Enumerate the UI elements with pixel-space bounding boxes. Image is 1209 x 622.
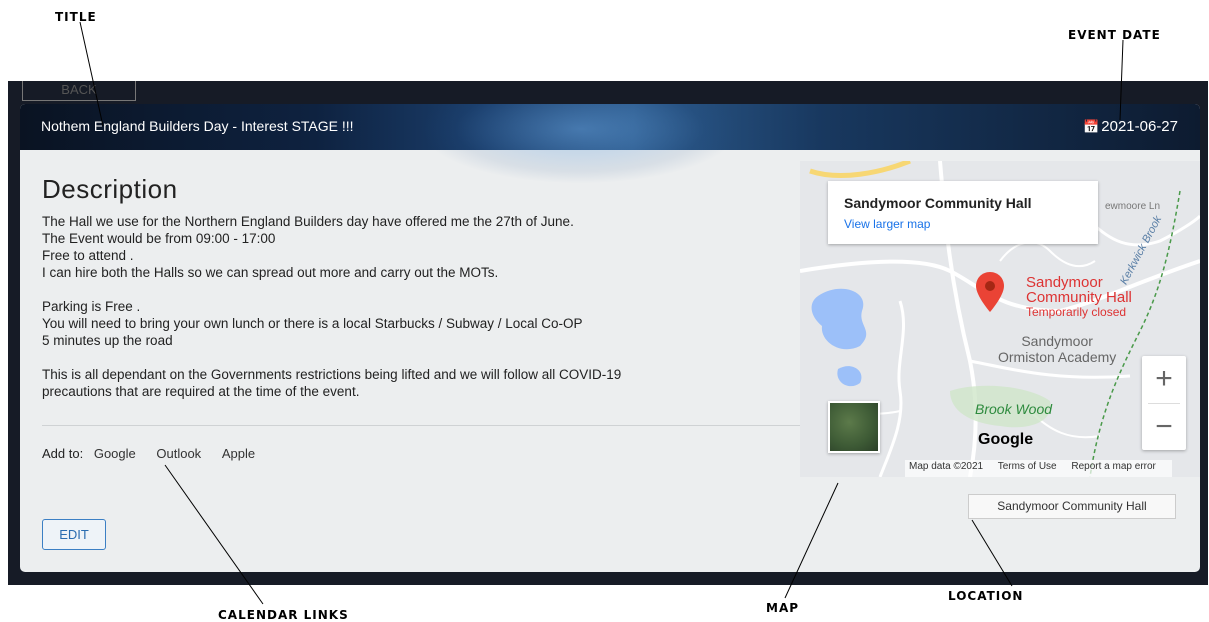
description-paragraph: This is all dependant on the Governments… <box>42 367 622 399</box>
map-pin-icon[interactable] <box>976 272 1004 312</box>
event-card: Nothem England Builders Day - Interest S… <box>20 104 1200 572</box>
add-to-label: Add to: <box>42 446 84 461</box>
report-map-error-link[interactable]: Report a map error <box>1071 461 1155 472</box>
calendar-links: Add to: Google Outlook Apple <box>42 446 265 461</box>
back-button[interactable]: BACK <box>22 81 136 101</box>
map-poi-wood: Brook Wood <box>975 401 1053 417</box>
divider <box>42 425 802 426</box>
location-button[interactable]: Sandymoor Community Hall <box>968 494 1176 519</box>
add-to-apple-link[interactable]: Apple <box>222 446 255 461</box>
location-callout: LOCATION <box>948 589 1024 603</box>
map-street-label: ewmoore Ln <box>1105 201 1161 212</box>
zoom-out-button[interactable]: − <box>1142 404 1186 451</box>
map-pin-center <box>985 281 995 291</box>
google-logo: Google <box>978 431 1034 448</box>
add-to-outlook-link[interactable]: Outlook <box>156 446 201 461</box>
description-paragraph: The Hall we use for the Northern England… <box>42 214 574 280</box>
title-callout: TITLE <box>55 10 97 24</box>
map-embed[interactable]: Sandymoor Community Hall View larger map… <box>800 161 1200 477</box>
header-glow <box>420 104 740 184</box>
map-poi-school: Sandymoor Ormiston Academy <box>998 333 1117 365</box>
map-pin-label: Sandymoor Community Hall Temporarily clo… <box>1026 274 1132 319</box>
description-paragraph: Parking is Free . You will need to bring… <box>42 299 583 348</box>
map-footer: Map data ©2021 Terms of Use Report a map… <box>905 460 1172 477</box>
description-heading: Description <box>42 174 178 204</box>
calendar-icon: 📅 <box>1083 119 1100 134</box>
edit-button[interactable]: EDIT <box>42 519 106 550</box>
map-pin-shape <box>976 272 1004 312</box>
map-zoom-controls: + − <box>1142 356 1186 450</box>
event-date-value: 2021-06-27 <box>1101 118 1178 135</box>
event-title: Nothem England Builders Day - Interest S… <box>41 118 354 134</box>
event-date: 📅 2021-06-27 <box>1083 118 1178 135</box>
map-callout: MAP <box>766 601 800 615</box>
add-to-google-link[interactable]: Google <box>94 446 136 461</box>
view-larger-map-link[interactable]: View larger map <box>844 217 930 231</box>
zoom-in-button[interactable]: + <box>1142 356 1186 403</box>
satellite-toggle[interactable] <box>828 401 880 453</box>
terms-of-use-link[interactable]: Terms of Use <box>998 461 1057 472</box>
map-data-text: Map data ©2021 <box>909 461 984 472</box>
description-body: The Hall we use for the Northern England… <box>42 213 802 417</box>
event-date-callout: EVENT DATE <box>1068 28 1161 42</box>
map-info-card: Sandymoor Community Hall View larger map <box>828 181 1098 244</box>
calendar-links-callout: CALENDAR LINKS <box>218 608 349 622</box>
map-place-name: Sandymoor Community Hall <box>844 195 1032 211</box>
event-header: Nothem England Builders Day - Interest S… <box>20 104 1200 184</box>
